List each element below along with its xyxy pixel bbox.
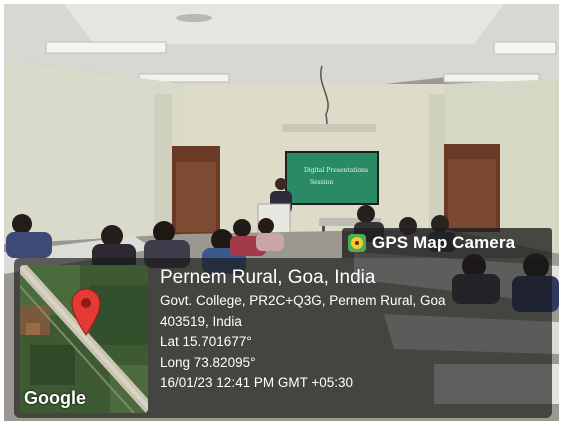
google-logo: Google [24, 388, 86, 408]
gps-map-camera-badge: GPS Map Camera [342, 228, 552, 258]
address-line-2: 403519, India [160, 313, 242, 329]
app-name: GPS Map Camera [372, 233, 516, 252]
svg-text:Digital Presentations: Digital Presentations [304, 167, 368, 174]
location-details: Pernem Rural, Goa, India Govt. College, … [160, 265, 446, 394]
address-line-1: Govt. College, PR2C+Q3G, Pernem Rural, G… [160, 293, 446, 308]
longitude-text: Long 73.82095° [160, 354, 256, 370]
svg-text:Session: Session [310, 179, 333, 186]
location-title: Pernem Rural, Goa, India [160, 267, 376, 288]
gps-map-camera-icon [348, 234, 366, 252]
map-thumbnail: Google [20, 265, 148, 413]
timestamp-text: 16/01/23 12:41 PM GMT +05:30 [160, 375, 354, 390]
latitude-text: Lat 15.701677° [160, 334, 252, 349]
